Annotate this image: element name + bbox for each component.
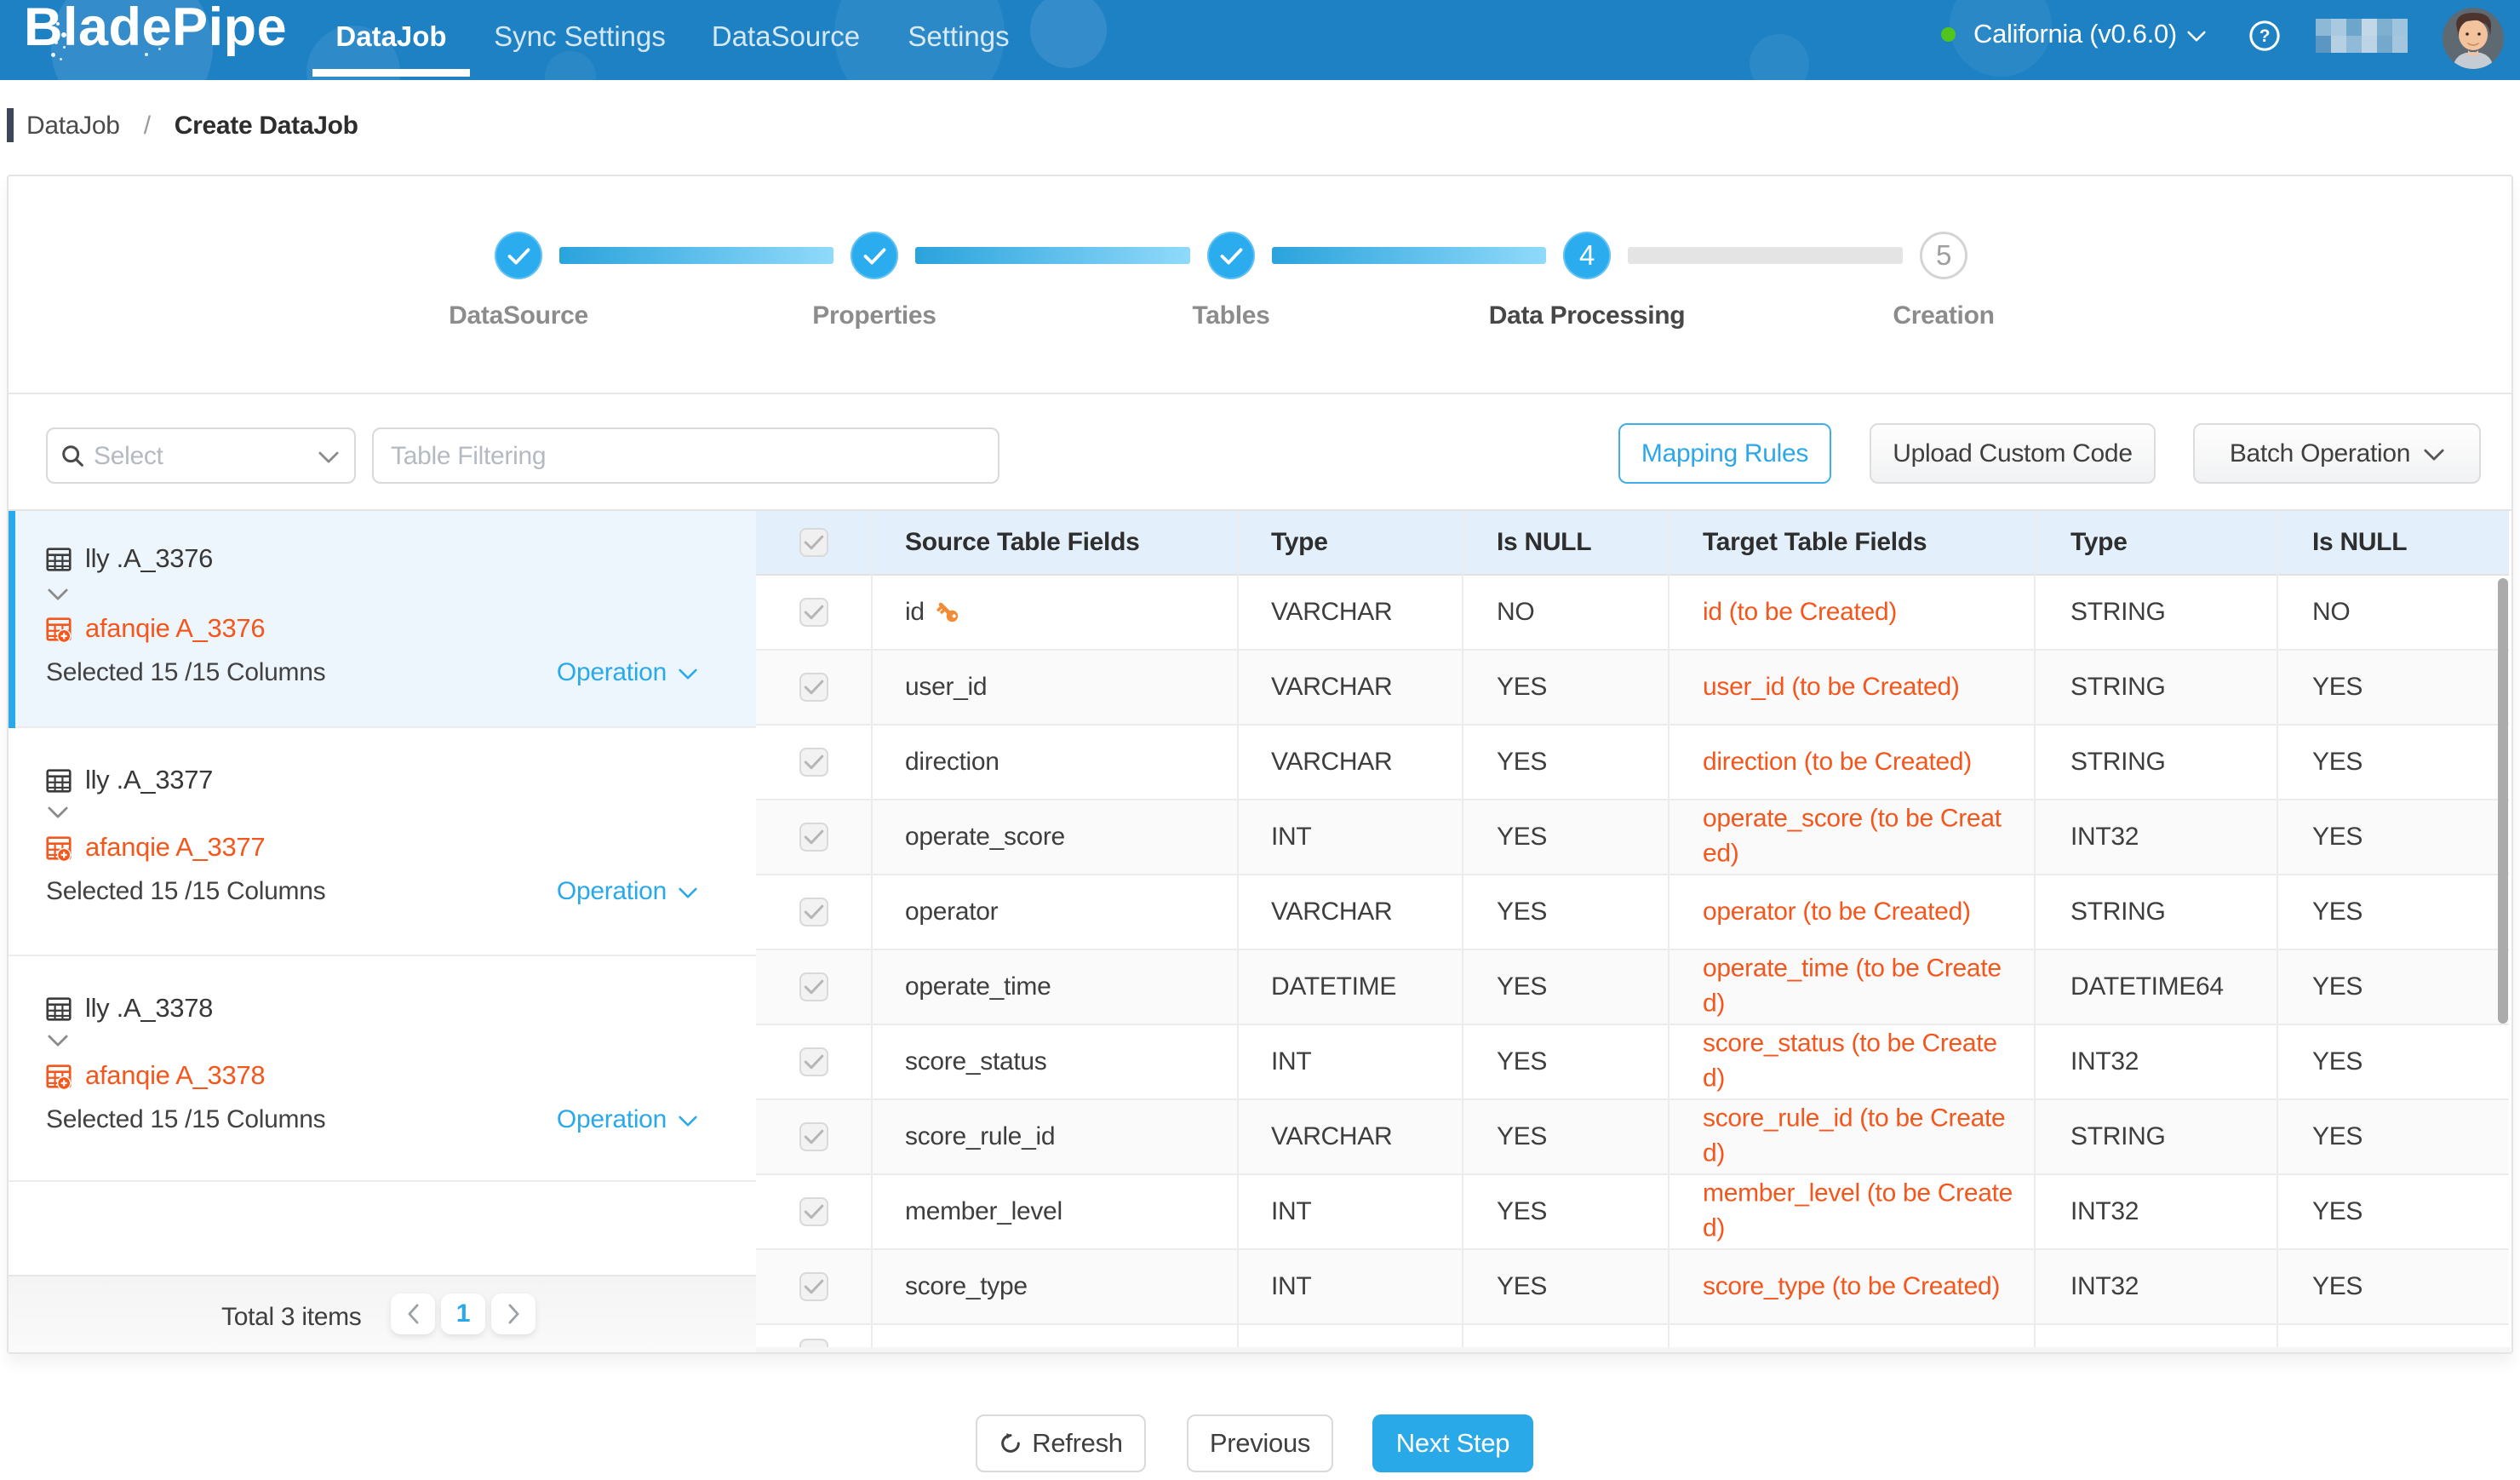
- svg-text:?: ?: [2259, 26, 2270, 46]
